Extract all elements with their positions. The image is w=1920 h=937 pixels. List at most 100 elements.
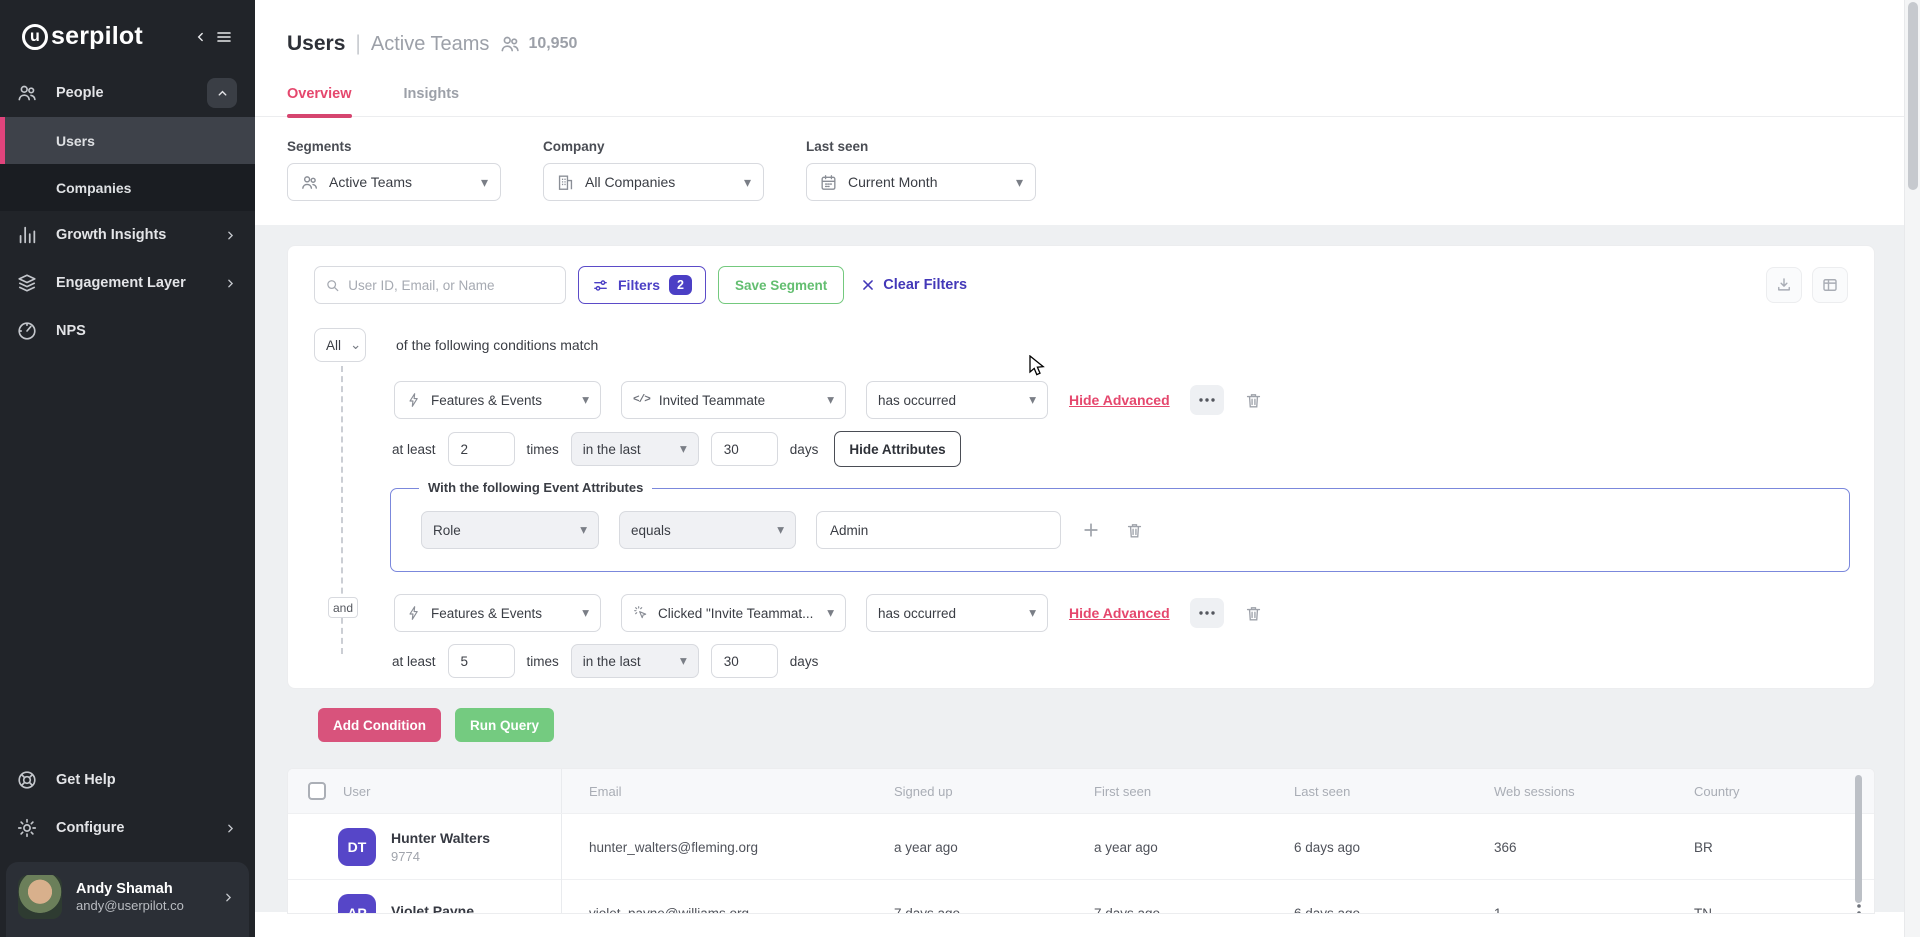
- table-scrollbar-thumb[interactable]: [1855, 775, 1862, 903]
- close-icon: [861, 278, 875, 292]
- search-icon: [325, 277, 340, 294]
- trash-icon: [1244, 391, 1263, 410]
- clear-filters-button[interactable]: Clear Filters: [861, 277, 967, 293]
- sidebar-item-people[interactable]: People: [0, 69, 255, 117]
- cursor-click-icon: [633, 605, 649, 621]
- match-all-select[interactable]: All ⌄: [314, 328, 366, 362]
- condition1-more-options-button[interactable]: [1190, 385, 1224, 415]
- sidebar-collapse-button[interactable]: [194, 29, 233, 45]
- chevron-down-icon: ▾: [582, 605, 589, 621]
- table-header-row: User Email Signed up First seen Last see…: [288, 769, 1874, 813]
- user-row-web-sessions: 1: [1467, 906, 1667, 915]
- account-menu[interactable]: Andy Shamah andy@userpilot.co: [6, 862, 249, 937]
- main-content: Users | Active Teams 10,950 Overview Ins…: [255, 0, 1920, 937]
- add-condition-button[interactable]: Add Condition: [318, 708, 441, 742]
- sidebar-item-label: Get Help: [56, 772, 116, 788]
- condition2-range-dropdown[interactable]: in the last ▾: [571, 644, 699, 678]
- sidebar: userpilot People Users: [0, 0, 255, 937]
- filters-button[interactable]: Filters 2: [578, 266, 706, 304]
- condition1-operator-dropdown[interactable]: has occurred ▾: [866, 381, 1048, 419]
- chevron-down-icon: ▾: [1029, 392, 1036, 408]
- condition1-category-dropdown[interactable]: Features & Events ▾: [394, 381, 601, 419]
- logo-text: serpilot: [51, 22, 143, 51]
- condition2-delete-button[interactable]: [1244, 604, 1263, 623]
- condition2-count-input[interactable]: [448, 644, 515, 678]
- delete-attribute-button[interactable]: [1125, 521, 1144, 540]
- event-attributes-box: With the following Event Attributes Role…: [390, 488, 1850, 572]
- condition1-range-dropdown[interactable]: in the last ▾: [571, 432, 699, 466]
- match-rule-row: All ⌄ of the following conditions match: [314, 328, 598, 362]
- export-download-button[interactable]: [1766, 267, 1802, 303]
- column-header-first-seen: First seen: [1067, 784, 1267, 799]
- segments-dropdown[interactable]: Active Teams ▾: [287, 163, 501, 201]
- condition1-count-input[interactable]: [448, 432, 515, 466]
- calendar-icon: [819, 173, 838, 192]
- user-row-name[interactable]: Hunter Walters: [391, 830, 490, 847]
- page-scrollbar[interactable]: [1904, 0, 1920, 937]
- tab-label: Insights: [404, 86, 460, 102]
- sidebar-item-get-help[interactable]: Get Help: [0, 756, 255, 804]
- column-header-web-sessions: Web sessions: [1467, 784, 1667, 799]
- chevron-down-icon: ▾: [777, 522, 784, 538]
- user-row-name[interactable]: Violet Payne: [391, 903, 474, 914]
- attribute-operator-dropdown[interactable]: equals ▾: [619, 511, 796, 549]
- row-menu-button[interactable]: [1817, 838, 1874, 856]
- column-settings-button[interactable]: [1812, 267, 1848, 303]
- segments-value: Active Teams: [329, 174, 412, 190]
- condition2-event-dropdown[interactable]: Clicked "Invite Teammat... ▾: [621, 594, 846, 632]
- row-menu-button[interactable]: [1817, 904, 1874, 914]
- tab-insights[interactable]: Insights: [404, 86, 460, 116]
- table-row[interactable]: DT Hunter Walters 9774 hunter_walters@fl…: [288, 813, 1874, 879]
- people-icon: [16, 82, 38, 104]
- condition2-operator-dropdown[interactable]: has occurred ▾: [866, 594, 1048, 632]
- condition2-more-options-button[interactable]: [1190, 598, 1224, 628]
- avatar: AP: [338, 894, 376, 914]
- condition1-delete-button[interactable]: [1244, 391, 1263, 410]
- column-header-signed-up: Signed up: [867, 784, 1067, 799]
- userpilot-logo: userpilot: [22, 22, 143, 51]
- sidebar-item-engagement-layer[interactable]: Engagement Layer: [0, 259, 255, 307]
- condition2-hide-advanced-link[interactable]: Hide Advanced: [1069, 605, 1170, 621]
- lightning-icon: [406, 392, 422, 408]
- chevron-down-icon: ⌄: [350, 337, 361, 353]
- company-dropdown[interactable]: All Companies ▾: [543, 163, 764, 201]
- sidebar-item-growth-insights[interactable]: Growth Insights: [0, 211, 255, 259]
- chevron-down-icon: ▾: [744, 174, 751, 191]
- tab-label: Overview: [287, 86, 352, 102]
- sidebar-item-users[interactable]: Users: [0, 117, 255, 164]
- chevron-down-icon: ▾: [582, 392, 589, 408]
- condition2-category-dropdown[interactable]: Features & Events ▾: [394, 594, 601, 632]
- last-seen-dropdown[interactable]: Current Month ▾: [806, 163, 1036, 201]
- search-input[interactable]: [348, 278, 555, 293]
- condition1-days-input[interactable]: [711, 432, 778, 466]
- attribute-value-input[interactable]: [816, 511, 1061, 549]
- condition1-hide-advanced-link[interactable]: Hide Advanced: [1069, 392, 1170, 408]
- user-row-signed-up: a year ago: [867, 840, 1067, 855]
- tab-overview[interactable]: Overview: [287, 86, 352, 116]
- condition1-range-value: in the last: [583, 442, 641, 457]
- add-attribute-button[interactable]: [1081, 520, 1101, 540]
- select-all-checkbox[interactable]: [308, 782, 326, 800]
- sidebar-item-companies[interactable]: Companies: [0, 164, 255, 211]
- attribute-field-dropdown[interactable]: Role ▾: [421, 511, 599, 549]
- query-builder-card: Filters 2 Save Segment Clear Filters: [287, 245, 1875, 689]
- condition2-days-input[interactable]: [711, 644, 778, 678]
- user-search: [314, 266, 566, 304]
- people-collapse-button[interactable]: [207, 78, 237, 108]
- company-value: All Companies: [585, 174, 675, 190]
- people-icon: [300, 173, 319, 192]
- run-query-button[interactable]: Run Query: [455, 708, 554, 742]
- columns-icon: [1821, 276, 1839, 294]
- more-vertical-icon: [1857, 904, 1861, 914]
- sidebar-item-configure[interactable]: Configure: [0, 804, 255, 852]
- and-connector-badge: and: [328, 597, 358, 618]
- condition1-event-dropdown[interactable]: </> Invited Teammate ▾: [621, 381, 846, 419]
- condition1-hide-attributes-button[interactable]: Hide Attributes: [834, 431, 960, 467]
- sidebar-nav: People Users Companies Growth Insights: [0, 69, 255, 756]
- page-scrollbar-thumb[interactable]: [1908, 2, 1918, 190]
- table-row[interactable]: AP Violet Payne violet_payne@williams.or…: [288, 879, 1874, 914]
- sidebar-item-label: Engagement Layer: [56, 275, 186, 291]
- sidebar-item-nps[interactable]: NPS: [0, 307, 255, 355]
- column-header-email: Email: [562, 784, 867, 799]
- save-segment-button[interactable]: Save Segment: [718, 266, 844, 304]
